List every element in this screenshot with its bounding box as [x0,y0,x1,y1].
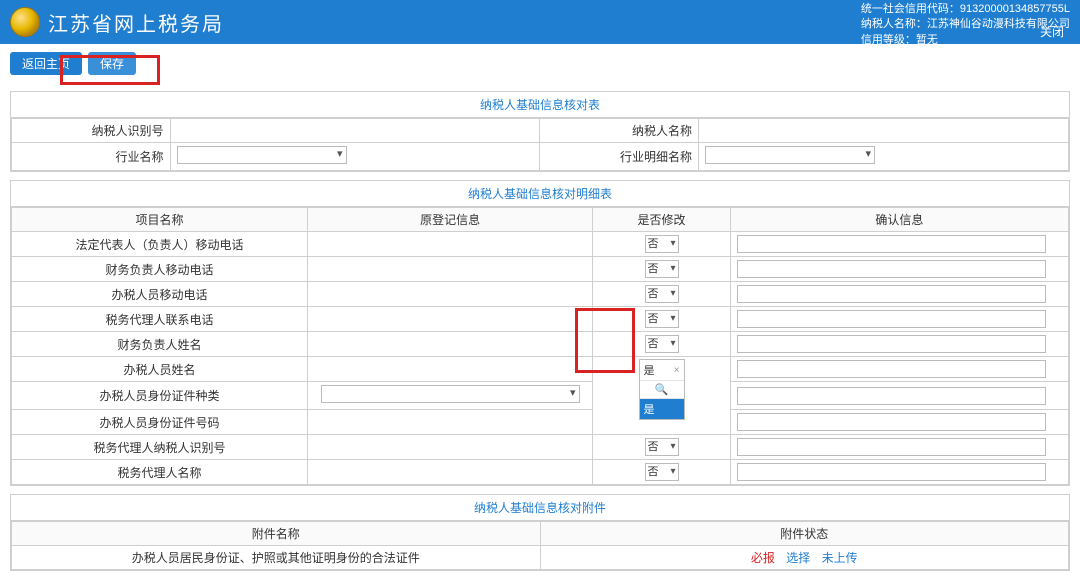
modify-select[interactable]: 否 [645,463,679,481]
toolbar: 返回主页 保存 [0,44,1080,83]
confirm-input[interactable] [737,260,1046,278]
save-button[interactable]: 保存 [88,52,136,75]
table-row: 税务代理人联系电话 否 [12,307,1069,332]
back-home-button[interactable]: 返回主页 [10,52,82,75]
confirm-input[interactable] [737,438,1046,456]
att-col-name: 附件名称 [12,522,541,546]
table-row: 税务代理人名称 否 [12,460,1069,485]
attachment-select-link[interactable]: 选择 [786,551,810,565]
dd-open-option[interactable]: 是 [640,399,684,419]
detail-section: 纳税人基础信息核对明细表 项目名称 原登记信息 是否修改 确认信息 法定代表人（… [10,180,1070,486]
industry-detail-label: 行业明细名称 [540,143,699,171]
table-row: 税务代理人纳税人识别号 否 [12,435,1069,460]
col-original-info: 原登记信息 [307,208,592,232]
table-row: 办税人员身份证件号码 [12,410,1069,435]
attachment-name: 办税人员居民身份证、护照或其他证明身份的合法证件 [12,546,541,570]
close-link[interactable]: 关闭 [1040,23,1064,40]
modify-select[interactable]: 否 [645,260,679,278]
detail-title: 纳税人基础信息核对明细表 [11,181,1069,207]
taxpayer-name-label: 纳税人名称 [540,119,699,143]
taxpayer-id-value [170,119,540,143]
taxpayer-name-value [699,119,1069,143]
confirm-input[interactable] [737,413,1046,431]
modify-select[interactable]: 否 [645,310,679,328]
site-title: 江苏省网上税务局 [48,8,224,37]
industry-name-select[interactable] [177,146,347,164]
modify-select[interactable]: 否 [645,438,679,456]
table-row: 财务负责人姓名 否 [12,332,1069,357]
base-info-section: 纳税人基础信息核对表 纳税人识别号 纳税人名称 行业名称 行业明细名称 [10,91,1070,172]
modify-select[interactable]: 否 [645,285,679,303]
taxpayer-id-label: 纳税人识别号 [12,119,171,143]
modify-select[interactable]: 否 [645,235,679,253]
col-item-name: 项目名称 [12,208,308,232]
base-info-title: 纳税人基础信息核对表 [11,92,1069,118]
confirm-input[interactable] [737,360,1046,378]
table-row: 财务负责人移动电话 否 [12,257,1069,282]
detail-table: 项目名称 原登记信息 是否修改 确认信息 法定代表人（负责人）移动电话 否 财务… [11,207,1069,485]
magnifier-icon[interactable]: 🔍 [640,381,684,399]
confirm-input[interactable] [737,285,1046,303]
attachment-row: 办税人员居民身份证、护照或其他证明身份的合法证件 必报 选择 未上传 [12,546,1069,570]
attachment-section: 纳税人基础信息核对附件 附件名称 附件状态 办税人员居民身份证、护照或其他证明身… [10,494,1070,571]
taxpayer-summary: 统一社会信用代码：91320000134857755L 纳税人名称：江苏神仙谷动… [861,2,1070,48]
table-row: 办税人员身份证件种类 [12,382,1069,410]
gov-emblem-icon [10,7,40,37]
attachment-table: 附件名称 附件状态 办税人员居民身份证、护照或其他证明身份的合法证件 必报 选择… [11,521,1069,570]
table-row: 办税人员移动电话 否 [12,282,1069,307]
confirm-input[interactable] [737,235,1046,253]
table-row: 办税人员姓名 是 🔍 是 [12,357,1069,382]
col-confirm-info: 确认信息 [730,208,1068,232]
industry-detail-select[interactable] [705,146,875,164]
app-header: 江苏省网上税务局 统一社会信用代码：91320000134857755L 纳税人… [0,0,1080,44]
att-col-status: 附件状态 [540,522,1069,546]
industry-name-label: 行业名称 [12,143,171,171]
confirm-input[interactable] [737,335,1046,353]
industry-detail-value [699,143,1069,171]
attachment-required: 必报 [751,551,775,565]
id-type-select[interactable] [321,385,580,403]
base-info-table: 纳税人识别号 纳税人名称 行业名称 行业明细名称 [11,118,1069,171]
industry-name-value [170,143,540,171]
confirm-input[interactable] [737,463,1046,481]
attachment-title: 纳税人基础信息核对附件 [11,495,1069,521]
modify-select-open[interactable]: 是 🔍 是 [639,359,685,420]
col-modify: 是否修改 [593,208,730,232]
confirm-input[interactable] [737,387,1046,405]
table-row: 法定代表人（负责人）移动电话 否 [12,232,1069,257]
confirm-input[interactable] [737,310,1046,328]
modify-select[interactable]: 否 [645,335,679,353]
dd-open-head[interactable]: 是 [640,360,684,381]
attachment-status: 未上传 [822,551,858,565]
